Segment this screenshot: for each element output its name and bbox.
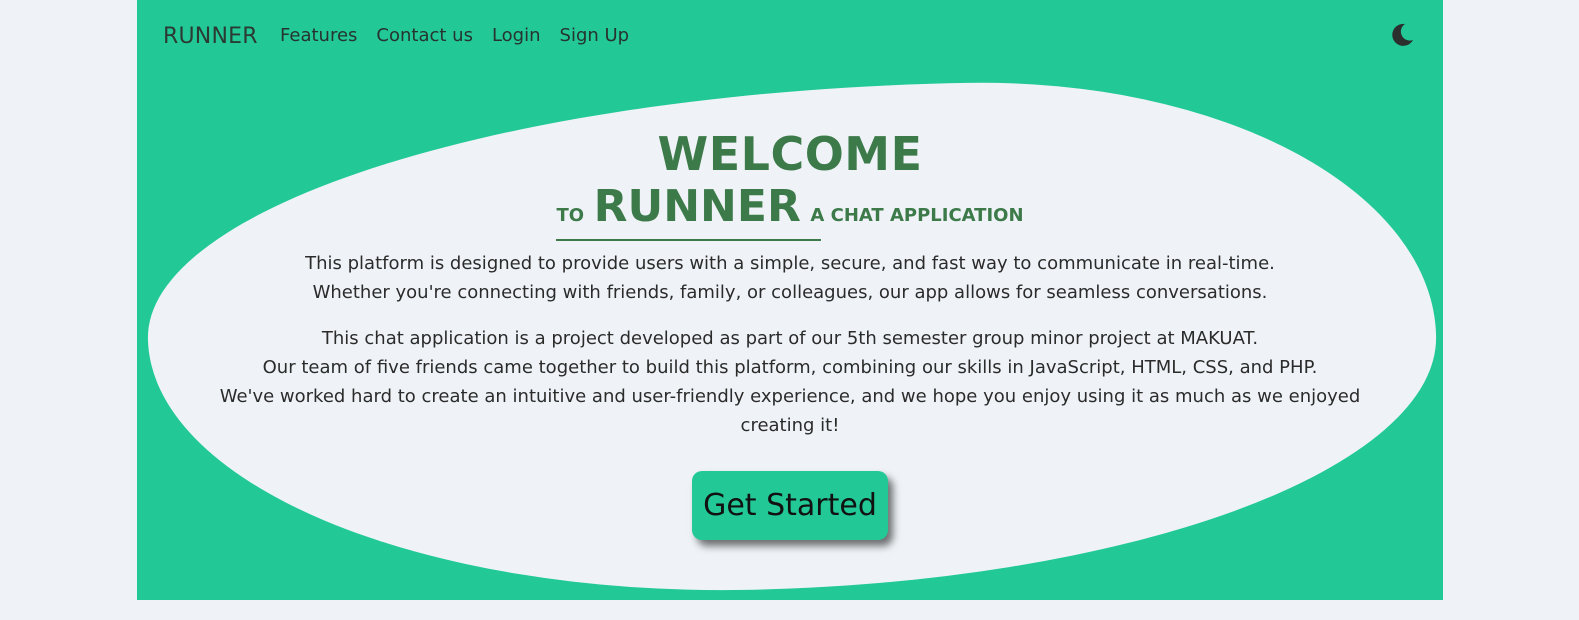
brand-logo[interactable]: RUNNER	[163, 24, 258, 49]
project-line: Our team of five friends came together t…	[262, 357, 1318, 378]
welcome-heading: WELCOME	[657, 127, 923, 181]
nav-link-contact[interactable]: Contact us	[376, 25, 473, 46]
project-line: We've worked hard to create an intuitive…	[219, 386, 1361, 436]
navbar: RUNNER Features Contact us Login Sign Up	[137, 0, 1443, 76]
moon-icon[interactable]	[1389, 22, 1415, 48]
tagline: A CHAT APPLICATION	[810, 205, 1024, 226]
intro-line: This platform is designed to provide use…	[305, 253, 1275, 274]
intro-line: Whether you're connecting with friends, …	[312, 282, 1268, 303]
nav-link-features[interactable]: Features	[280, 25, 357, 46]
project-paragraph: This chat application is a project devel…	[137, 324, 1443, 440]
nav-link-login[interactable]: Login	[492, 25, 541, 46]
project-line: This chat application is a project devel…	[321, 328, 1259, 349]
get-started-button[interactable]: Get Started	[692, 471, 888, 540]
heading-underline	[556, 239, 822, 241]
to-word: TO	[556, 205, 585, 226]
hero-section: WELCOME TO RUNNER A CHAT APPLICATION Thi…	[137, 126, 1443, 540]
intro-paragraph: This platform is designed to provide use…	[137, 249, 1443, 307]
page-frame: RUNNER Features Contact us Login Sign Up…	[137, 0, 1443, 600]
nav-link-signup[interactable]: Sign Up	[560, 25, 630, 46]
hero-subtitle: TO RUNNER A CHAT APPLICATION	[556, 181, 1024, 241]
nav-links: Features Contact us Login Sign Up	[280, 25, 648, 46]
runner-word: RUNNER	[593, 181, 801, 232]
